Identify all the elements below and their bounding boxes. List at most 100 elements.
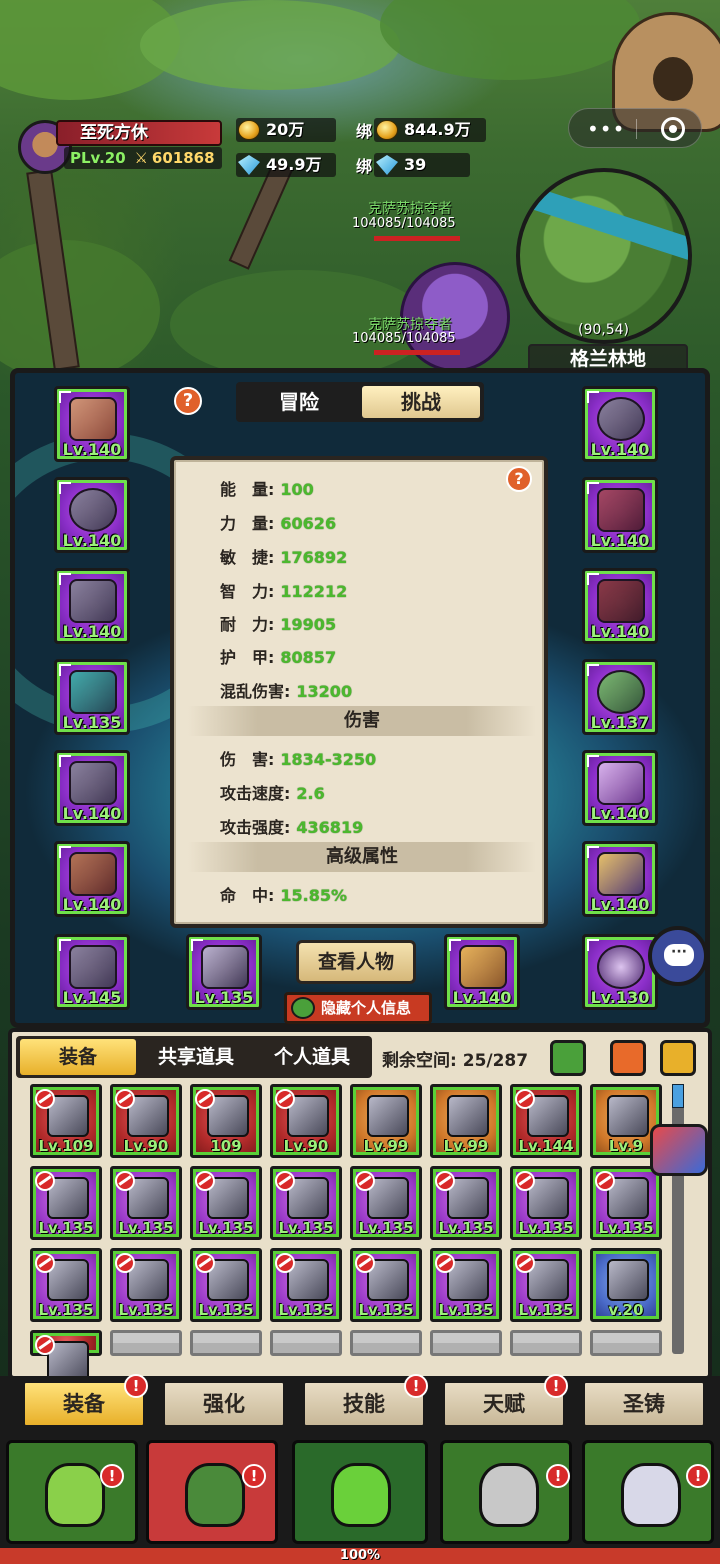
stats-card: 能 量: 100 力 量: 60626 敏 捷: 176892 智 力: 112212 … bbox=[170, 456, 548, 928]
inventory-item[interactable]: Lv.109 bbox=[30, 1084, 102, 1158]
inventory-item[interactable]: Lv.90 bbox=[110, 1084, 182, 1158]
equip-slot-belt[interactable]: Lv.140 bbox=[582, 568, 658, 644]
inventory-item[interactable]: Lv.135 bbox=[350, 1248, 422, 1322]
item-level: v.20 bbox=[608, 1301, 644, 1319]
nav-battle[interactable] bbox=[292, 1440, 428, 1544]
equip-slot-boots[interactable]: Lv.145 bbox=[54, 934, 130, 1010]
equip-slot-gloves[interactable]: Lv.140 bbox=[582, 750, 658, 826]
inventory-item[interactable]: Lv.135 bbox=[430, 1248, 502, 1322]
hide-info-button[interactable]: 隐藏个人信息 bbox=[284, 992, 432, 1024]
inventory-slot-empty[interactable] bbox=[510, 1330, 582, 1356]
minimap[interactable] bbox=[516, 168, 692, 344]
inventory-item[interactable]: Lv.135 bbox=[270, 1166, 342, 1240]
player-level: PLv.20 bbox=[70, 149, 126, 167]
nav-map[interactable] bbox=[6, 1440, 138, 1544]
gift-box-icon[interactable] bbox=[650, 1124, 708, 1176]
inventory-item[interactable]: Lv.90 bbox=[270, 1084, 342, 1158]
bound-diamond-counter[interactable]: 39 bbox=[374, 153, 470, 177]
equip-slot-legs[interactable]: Lv.140 bbox=[582, 477, 658, 553]
player-power: 601868 bbox=[151, 149, 215, 167]
tab-shared-items[interactable]: 共享道具 bbox=[138, 1039, 254, 1075]
warehouse-icon[interactable] bbox=[610, 1040, 646, 1076]
inventory-item[interactable]: Lv.135 bbox=[110, 1248, 182, 1322]
inventory-item[interactable]: Lv.135 bbox=[270, 1248, 342, 1322]
equip-slot-ring2[interactable]: Lv.137 bbox=[582, 659, 658, 735]
forbidden-icon bbox=[275, 1089, 295, 1109]
equip-slot-main-weapon[interactable]: Lv.135 bbox=[186, 934, 262, 1010]
inventory-item[interactable]: Lv.135 bbox=[190, 1248, 262, 1322]
inventory-item[interactable] bbox=[30, 1330, 102, 1383]
view-character-button[interactable]: 查看人物 bbox=[296, 940, 416, 984]
equip-slot-off-weapon[interactable]: Lv.140 bbox=[444, 934, 520, 1010]
item-icon bbox=[447, 1095, 489, 1137]
equip-slot-shoulder[interactable]: Lv.140 bbox=[54, 568, 130, 644]
stat-attack-speed: 攻击速度: 2.6 bbox=[220, 784, 325, 803]
equip-slot-chest[interactable]: Lv.140 bbox=[54, 750, 130, 826]
equip-slot-wrist[interactable]: Lv.140 bbox=[54, 841, 130, 917]
inventory-item[interactable]: v.20 bbox=[590, 1248, 662, 1322]
sort-icon[interactable] bbox=[550, 1040, 586, 1076]
nav-character[interactable] bbox=[146, 1440, 278, 1544]
inventory-item[interactable]: Lv.144 bbox=[510, 1084, 582, 1158]
item-level: Lv.99 bbox=[443, 1137, 489, 1155]
subnav-enhance[interactable]: 强化 bbox=[162, 1380, 286, 1428]
nav-portal[interactable] bbox=[440, 1440, 572, 1544]
inventory-item[interactable]: Lv.99 bbox=[350, 1084, 422, 1158]
bound-gold-counter[interactable]: 844.9万 bbox=[374, 118, 486, 142]
more-button[interactable]: ••• bbox=[587, 117, 625, 141]
inventory-item[interactable]: Lv.135 bbox=[30, 1248, 102, 1322]
mob-hp-bar bbox=[374, 236, 460, 241]
inventory-item[interactable]: Lv.135 bbox=[510, 1166, 582, 1240]
tab-challenge[interactable]: 挑战 bbox=[362, 386, 480, 418]
tab-equipment[interactable]: 装备 bbox=[20, 1039, 136, 1075]
inventory-item[interactable]: Lv.135 bbox=[190, 1166, 262, 1240]
mode-tabs: 冒险 挑战 bbox=[236, 382, 484, 422]
help-icon[interactable]: ? bbox=[174, 387, 202, 415]
inventory-slot-empty[interactable] bbox=[270, 1330, 342, 1356]
item-icon bbox=[367, 1095, 409, 1137]
inventory-item[interactable]: Lv.135 bbox=[30, 1166, 102, 1240]
alert-badge: ! bbox=[546, 1464, 570, 1488]
item-level: Lv.90 bbox=[123, 1137, 169, 1155]
nav-castle[interactable] bbox=[582, 1440, 714, 1544]
tab-personal-items[interactable]: 个人道具 bbox=[254, 1039, 370, 1075]
inventory-item[interactable]: Lv.135 bbox=[350, 1166, 422, 1240]
forbidden-icon bbox=[355, 1253, 375, 1273]
equip-slot-head[interactable]: Lv.140 bbox=[54, 386, 130, 462]
chat-button[interactable]: ··· bbox=[648, 926, 708, 986]
item-level: Lv.135 bbox=[598, 1219, 654, 1237]
inventory-slot-empty[interactable] bbox=[350, 1330, 422, 1356]
inventory-item[interactable]: Lv.135 bbox=[510, 1248, 582, 1322]
equip-slot-trinket[interactable]: Lv.140 bbox=[582, 841, 658, 917]
close-icon[interactable] bbox=[661, 117, 685, 141]
inventory-item[interactable]: Lv.135 bbox=[590, 1166, 662, 1240]
inventory-slot-empty[interactable] bbox=[590, 1330, 662, 1356]
stat-armor: 护 甲: 80857 bbox=[220, 648, 337, 667]
section-damage: 伤害 bbox=[188, 706, 536, 736]
inventory-item[interactable]: Lv.135 bbox=[430, 1166, 502, 1240]
equip-slot-ring[interactable]: Lv.140 bbox=[582, 386, 658, 462]
inventory-item[interactable]: Lv.135 bbox=[110, 1166, 182, 1240]
forbidden-icon bbox=[195, 1171, 215, 1191]
equip-slot-cloak[interactable]: Lv.135 bbox=[54, 659, 130, 735]
inventory-slot-empty[interactable] bbox=[190, 1330, 262, 1356]
stats-help-icon[interactable]: ? bbox=[506, 466, 532, 492]
item-level: 109 bbox=[210, 1137, 242, 1155]
player-name: 至死方休 bbox=[56, 120, 222, 146]
item-level: Lv.135 bbox=[198, 1301, 254, 1319]
inventory-item[interactable]: Lv.99 bbox=[430, 1084, 502, 1158]
subnav-holy-forge[interactable]: 圣铸 bbox=[582, 1380, 706, 1428]
portal-gate-icon bbox=[479, 1463, 539, 1527]
tab-adventure[interactable]: 冒险 bbox=[240, 386, 358, 418]
diamond-counter[interactable]: 49.9万 bbox=[236, 153, 336, 177]
alert-badge: ! bbox=[242, 1464, 266, 1488]
inventory-slot-empty[interactable] bbox=[430, 1330, 502, 1356]
inventory-item[interactable]: 109 bbox=[190, 1084, 262, 1158]
gold-counter[interactable]: 20万 bbox=[236, 118, 336, 142]
mini-program-capsule: ••• bbox=[568, 108, 702, 148]
item-level: Lv.99 bbox=[363, 1137, 409, 1155]
equip-slot-neck[interactable]: Lv.140 bbox=[54, 477, 130, 553]
inventory-slot-empty[interactable] bbox=[110, 1330, 182, 1356]
broom-icon[interactable] bbox=[660, 1040, 696, 1076]
equip-slot-relic[interactable]: Lv.130 bbox=[582, 934, 658, 1010]
